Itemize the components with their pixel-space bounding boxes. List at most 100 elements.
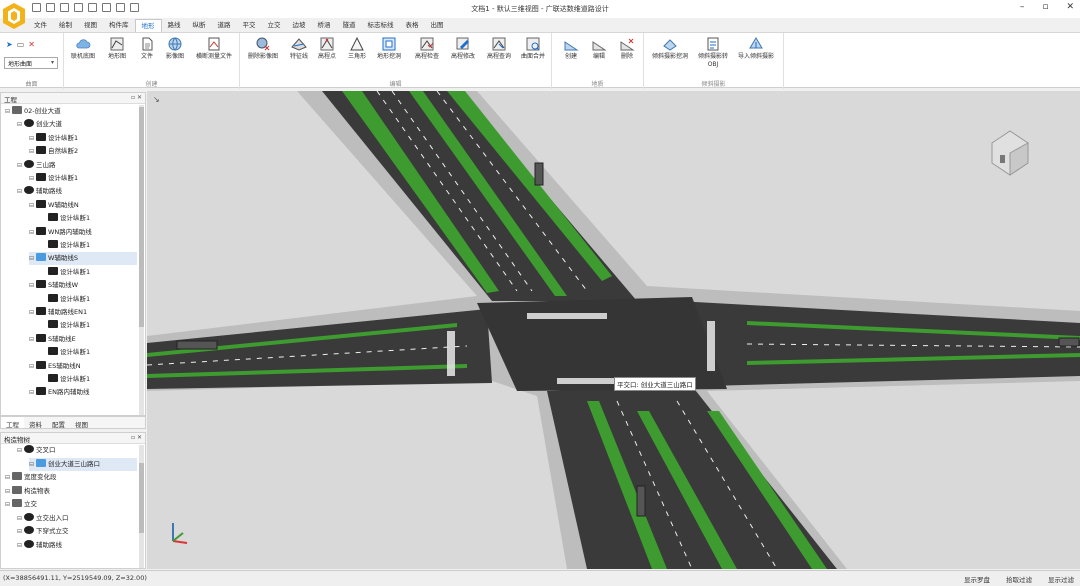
maximize-icon[interactable]: ▫ <box>1042 2 1048 12</box>
display-filter-button[interactable]: 显示过滤 <box>1048 574 1074 584</box>
tree-item[interactable]: 设计纵断1 <box>41 212 137 225</box>
tree-toggle-icon[interactable]: ⊟ <box>17 185 24 198</box>
tree-toggle-icon[interactable]: ⊟ <box>29 360 36 373</box>
tree-item[interactable]: 设计纵断1 <box>41 239 137 252</box>
delete-image-button[interactable]: 删除影像图 <box>246 36 280 61</box>
tree-item[interactable]: 设计纵断1 <box>41 319 137 332</box>
elevation-check-button[interactable]: 高程检查 <box>412 36 442 61</box>
online-basemap-button[interactable]: 联机底图 <box>68 36 98 61</box>
tree-toggle-icon[interactable]: ⊟ <box>17 118 24 131</box>
3d-viewport[interactable]: ↘ 平交口: 创业大道三山路口 <box>147 91 1080 569</box>
elevation-query-button[interactable]: 高程查询 <box>484 36 514 61</box>
elevation-modify-button[interactable]: 高程修改 <box>448 36 478 61</box>
tree-toggle-icon[interactable]: ⊟ <box>29 145 36 158</box>
tree-item[interactable]: 设计纵断1 <box>41 346 137 359</box>
tree-toggle-icon[interactable]: ⊟ <box>29 252 36 265</box>
topo-map-button[interactable]: 地形图 <box>102 36 132 61</box>
close-icon[interactable]: ✕ <box>1066 2 1074 12</box>
tree-item[interactable]: ⊟ ES辅助线N <box>29 360 137 373</box>
tree-item[interactable]: ⊟ 构造物表 <box>5 485 137 498</box>
tree-item[interactable]: ⊟ 辅助路线 <box>17 539 137 552</box>
tree-item[interactable]: 设计纵断1 <box>41 266 137 279</box>
tree-item[interactable]: ⊟ S辅助线E <box>29 333 137 346</box>
tree-item[interactable]: ⊟ 创业大道 <box>17 118 137 131</box>
tree-toggle-icon[interactable]: ⊟ <box>5 498 12 511</box>
tree-toggle-icon[interactable]: ⊟ <box>5 105 12 118</box>
tree-item[interactable]: ⊟ W辅助线N <box>29 199 137 212</box>
tree-toggle-icon[interactable]: ⊟ <box>5 471 12 484</box>
pick-filter-button[interactable]: 拾取过滤 <box>1006 574 1032 584</box>
pointer-icon[interactable]: ➤ <box>6 40 13 49</box>
import-oblique-button[interactable]: 导入倾斜摄影 <box>734 36 778 61</box>
tab-tables[interactable]: 表格 <box>400 19 425 32</box>
cross-section-survey-button[interactable]: 横断测量文件 <box>192 36 236 61</box>
tree-item[interactable]: 设计纵断1 <box>41 293 137 306</box>
tree-item[interactable]: ⊟ 交叉口 <box>17 444 137 457</box>
tree-toggle-icon[interactable]: ⊟ <box>17 444 24 457</box>
tab-output[interactable]: 出图 <box>425 19 450 32</box>
geology-delete-button[interactable]: 删除 <box>612 36 642 61</box>
terrain-hole-button[interactable]: 地形挖洞 <box>374 36 404 61</box>
surface-merge-button[interactable]: 曲面合并 <box>518 36 548 61</box>
tab-file[interactable]: 文件 <box>28 19 53 32</box>
feature-line-button[interactable]: 特征线 <box>284 36 314 61</box>
tree-toggle-icon[interactable]: ⊟ <box>17 525 24 538</box>
tree-item[interactable]: ⊟ 立交出入口 <box>17 512 137 525</box>
tab-terrain[interactable]: 地形 <box>134 19 162 32</box>
tab-slope[interactable]: 边坡 <box>287 19 312 32</box>
tree-item[interactable]: ⊟ EN路内辅助线 <box>29 386 137 399</box>
tree-toggle-icon[interactable]: ⊟ <box>17 512 24 525</box>
tree-toggle-icon[interactable]: ⊟ <box>17 159 24 172</box>
tab-data[interactable]: 资料 <box>24 417 47 429</box>
tree-item[interactable]: ⊟ 02-创业大道 <box>5 105 137 118</box>
surface-dropdown[interactable]: 地形曲面 <box>4 57 58 69</box>
tree-item[interactable]: ⊟ 宽度变化段 <box>5 471 137 484</box>
tree-item[interactable]: ⊟ 自然纵断2 <box>29 145 137 158</box>
tree-item[interactable]: ⊟ 设计纵断1 <box>29 172 137 185</box>
oblique-hole-button[interactable]: 倾斜摄影挖洞 <box>648 36 692 61</box>
tree-toggle-icon[interactable]: ⊟ <box>29 386 36 399</box>
oblique-to-obj-button[interactable]: 倾斜摄影转OBJ <box>696 36 730 69</box>
tab-at-grade[interactable]: 平交 <box>237 19 262 32</box>
tab-component-lib[interactable]: 构件库 <box>103 19 135 32</box>
tree-item[interactable]: ⊟ WN路内辅助线 <box>29 226 137 239</box>
tab-profile[interactable]: 纵断 <box>187 19 212 32</box>
tree-toggle-icon[interactable]: ⊟ <box>5 485 12 498</box>
tree-toggle-icon[interactable]: ⊟ <box>17 539 24 552</box>
show-compass-button[interactable]: 显示罗盘 <box>964 574 990 584</box>
triangle-button[interactable]: 三角形 <box>342 36 372 61</box>
tree-item[interactable]: ⊟ 立交 <box>5 498 137 511</box>
collapse-arrow-icon[interactable]: ↘ <box>153 95 160 104</box>
image-map-button[interactable]: 影像图 <box>160 36 190 61</box>
tab-route[interactable]: 路线 <box>162 19 187 32</box>
tree-item[interactable]: ⊟ S辅助线W <box>29 279 137 292</box>
elevation-point-button[interactable]: 高程点 <box>312 36 342 61</box>
tab-panel-view[interactable]: 视图 <box>70 417 93 429</box>
panel-pin-close-icon[interactable]: ▫ ✕ <box>131 434 142 441</box>
tab-signs[interactable]: 标志标线 <box>362 19 400 32</box>
tree-toggle-icon[interactable]: ⊟ <box>29 132 36 145</box>
tab-interchange[interactable]: 立交 <box>262 19 287 32</box>
panel-pin-close-icon[interactable]: ▫ ✕ <box>131 94 142 101</box>
tab-bridge[interactable]: 桥涵 <box>312 19 337 32</box>
tab-config[interactable]: 配置 <box>47 417 70 429</box>
tab-draw[interactable]: 绘制 <box>53 19 78 32</box>
tree-item[interactable]: ⊟ 创业大道三山路口 <box>29 457 137 471</box>
tab-project[interactable]: 工程 <box>1 417 24 429</box>
structure-scrollbar[interactable] <box>139 445 144 568</box>
tree-toggle-icon[interactable]: ⊟ <box>29 333 36 346</box>
tree-toggle-icon[interactable]: ⊟ <box>29 226 36 239</box>
tree-toggle-icon[interactable]: ⊟ <box>29 279 36 292</box>
tree-toggle-icon[interactable]: ⊟ <box>29 458 36 471</box>
tree-item[interactable]: ⊟ 下穿式立交 <box>17 525 137 538</box>
tree-item[interactable]: ⊟ 三山路 <box>17 159 137 172</box>
tree-toggle-icon[interactable]: ⊟ <box>29 172 36 185</box>
file-button[interactable]: 文件 <box>132 36 162 61</box>
project-scrollbar[interactable] <box>139 105 144 415</box>
tree-toggle-icon[interactable]: ⊟ <box>29 199 36 212</box>
select-box-icon[interactable]: ▭ <box>17 40 25 49</box>
delete-icon[interactable]: ✕ <box>28 40 35 49</box>
tab-tunnel[interactable]: 隧道 <box>337 19 362 32</box>
tree-item[interactable]: ⊟ 设计纵断1 <box>29 132 137 145</box>
geology-create-button[interactable]: 创建 <box>556 36 586 61</box>
